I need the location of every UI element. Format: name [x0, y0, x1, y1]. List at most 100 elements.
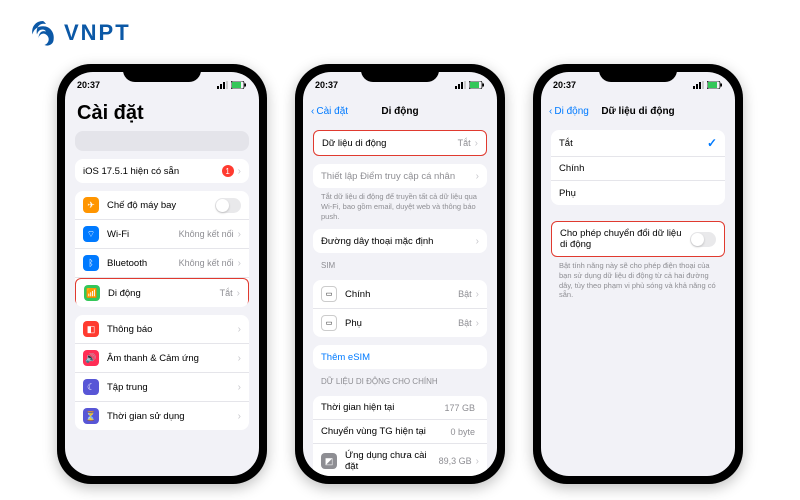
cell-data-footer: Tắt dữ liệu di động để truyền tất cả dữ … [303, 188, 497, 221]
usage1-label: Thời gian hiện tại [321, 402, 444, 413]
row-usage-current[interactable]: Thời gian hiện tại 177 GB [313, 396, 487, 420]
row-allow-switching[interactable]: Cho phép chuyển đổi dữ liệu di động [552, 222, 724, 256]
row-sim-secondary[interactable]: ▭ Phụ Bật › [313, 309, 487, 337]
sim1-label: Chính [345, 289, 458, 300]
add-esim-label: Thêm eSIM [321, 352, 479, 363]
chevron-right-icon: › [476, 236, 479, 247]
phone-row: 20:37 Cài đặt iOS 17.5.1 hiện có sẵn 1 ›… [0, 64, 800, 484]
usage-header: DỮ LIỆU DI ĐỘNG CHO CHÍNH [303, 369, 497, 388]
row-airplane[interactable]: ✈ Chế độ máy bay [75, 191, 249, 220]
row-cell-data[interactable]: Dữ liệu di động Tắt › [314, 131, 486, 155]
row-focus[interactable]: ☾ Tập trung › [75, 373, 249, 402]
row-wifi[interactable]: ⌔ Wi-Fi Không kết nối › [75, 220, 249, 249]
battery-icon [231, 81, 247, 89]
usage2-value: 0 byte [450, 427, 475, 437]
sim-icon: ▭ [321, 315, 337, 331]
row-sim-primary[interactable]: ▭ Chính Bật › [313, 280, 487, 309]
row-option-off[interactable]: Tắt ✓ [551, 130, 725, 157]
sim-header: SIM [303, 253, 497, 272]
row-usage-roaming[interactable]: Chuyển vùng TG hiện tại 0 byte [313, 420, 487, 444]
status-time: 20:37 [315, 80, 338, 90]
switching-footer: Bật tính năng này sẽ cho phép điện thoại… [541, 257, 735, 300]
notch [599, 64, 677, 82]
sim-icon: ▭ [321, 286, 337, 302]
status-time: 20:37 [553, 80, 576, 90]
group-allow-switching: Cho phép chuyển đổi dữ liệu di động [551, 221, 725, 257]
row-hotspot[interactable]: Thiết lập Điểm truy cập cá nhân › [313, 164, 487, 188]
opt-off-label: Tắt [559, 138, 707, 149]
checkmark-icon: ✓ [707, 136, 717, 150]
phone-3: 20:37 ‹ Di động Dữ liệu di động Tắt ✓ Ch… [533, 64, 743, 484]
group-add-esim: Thêm eSIM [313, 345, 487, 369]
group-hotspot: Thiết lập Điểm truy cập cá nhân › [313, 164, 487, 188]
status-indicators [693, 81, 723, 89]
group-notifications: ◧ Thông báo › 🔊 Âm thanh & Cảm ứng › ☾ T… [75, 315, 249, 430]
sound-label: Âm thanh & Cảm ứng [107, 353, 238, 364]
chevron-right-icon: › [237, 288, 240, 299]
airplane-toggle[interactable] [215, 198, 241, 213]
screentime-label: Thời gian sử dụng [107, 411, 238, 422]
sim2-value: Bật [458, 318, 472, 328]
cell-label: Di động [108, 288, 220, 299]
screen-settings: 20:37 Cài đặt iOS 17.5.1 hiện có sẵn 1 ›… [65, 72, 259, 476]
nav-title: Di động [381, 106, 418, 117]
notch [361, 64, 439, 82]
switch-label: Cho phép chuyển đổi dữ liệu di động [560, 228, 690, 250]
notif-label: Thông báo [107, 324, 238, 335]
row-screentime[interactable]: ⏳ Thời gian sử dụng › [75, 402, 249, 430]
chevron-right-icon: › [238, 382, 241, 393]
bt-label: Bluetooth [107, 258, 179, 269]
switching-toggle[interactable] [690, 232, 716, 247]
group-data-options: Tắt ✓ Chính Phụ [551, 130, 725, 205]
default-line-label: Đường dây thoại mặc định [321, 236, 476, 247]
chevron-right-icon: › [238, 353, 241, 364]
bt-value: Không kết nối [179, 258, 234, 268]
page-title: Cài đặt [65, 98, 259, 131]
back-label: Di động [554, 106, 588, 117]
chevron-right-icon: › [476, 171, 479, 182]
search-input[interactable] [75, 131, 249, 151]
screen-cellular: 20:37 ‹ Cài đặt Di động Dữ liệu di động … [303, 72, 497, 476]
chevron-right-icon: › [476, 456, 479, 467]
row-add-esim[interactable]: Thêm eSIM [313, 345, 487, 369]
group-usage: Thời gian hiện tại 177 GB Chuyển vùng TG… [313, 396, 487, 476]
row-bluetooth[interactable]: ᛒ Bluetooth Không kết nối › [75, 249, 249, 278]
row-sounds[interactable]: 🔊 Âm thanh & Cảm ứng › [75, 344, 249, 373]
chevron-left-icon: ‹ [549, 106, 552, 117]
row-ios-update[interactable]: iOS 17.5.1 hiện có sẵn 1 › [75, 159, 249, 183]
usage3-label: Ứng dụng chưa cài đặt [345, 450, 439, 472]
usage2-label: Chuyển vùng TG hiện tại [321, 426, 450, 437]
chevron-right-icon: › [238, 324, 241, 335]
back-button[interactable]: ‹ Cài đặt [311, 106, 348, 117]
chevron-right-icon: › [238, 258, 241, 269]
back-button[interactable]: ‹ Di động [549, 106, 589, 117]
group-default-line: Đường dây thoại mặc định › [313, 229, 487, 253]
group-connectivity: ✈ Chế độ máy bay ⌔ Wi-Fi Không kết nối ›… [75, 191, 249, 307]
usage3-value: 89,3 GB [439, 456, 472, 466]
nav-title: Dữ liệu di động [601, 106, 674, 117]
row-cellular[interactable]: 📶 Di động Tắt › [75, 278, 249, 307]
logo-text: VNPT [64, 20, 131, 46]
opt-secondary-label: Phụ [559, 188, 717, 199]
notch [123, 64, 201, 82]
hourglass-icon: ⏳ [83, 408, 99, 424]
row-option-primary[interactable]: Chính [551, 157, 725, 181]
vnpt-swirl-icon [28, 18, 58, 48]
row-notifications[interactable]: ◧ Thông báo › [75, 315, 249, 344]
chevron-left-icon: ‹ [311, 106, 314, 117]
screen-cell-data: 20:37 ‹ Di động Dữ liệu di động Tắt ✓ Ch… [541, 72, 735, 476]
cell-data-label: Dữ liệu di động [322, 138, 458, 149]
chevron-right-icon: › [476, 289, 479, 300]
update-badge: 1 [222, 165, 234, 177]
phone-2: 20:37 ‹ Cài đặt Di động Dữ liệu di động … [295, 64, 505, 484]
wifi-icon: ⌔ [83, 226, 99, 242]
chevron-right-icon: › [238, 411, 241, 422]
row-option-secondary[interactable]: Phụ [551, 181, 725, 205]
wifi-value: Không kết nối [179, 229, 234, 239]
cell-data-value: Tắt [458, 138, 471, 148]
status-time: 20:37 [77, 80, 100, 90]
row-usage-uninstalled[interactable]: ◩ Ứng dụng chưa cài đặt 89,3 GB › [313, 444, 487, 476]
vnpt-logo: VNPT [28, 18, 131, 48]
row-default-line[interactable]: Đường dây thoại mặc định › [313, 229, 487, 253]
cellular-icon: 📶 [84, 285, 100, 301]
